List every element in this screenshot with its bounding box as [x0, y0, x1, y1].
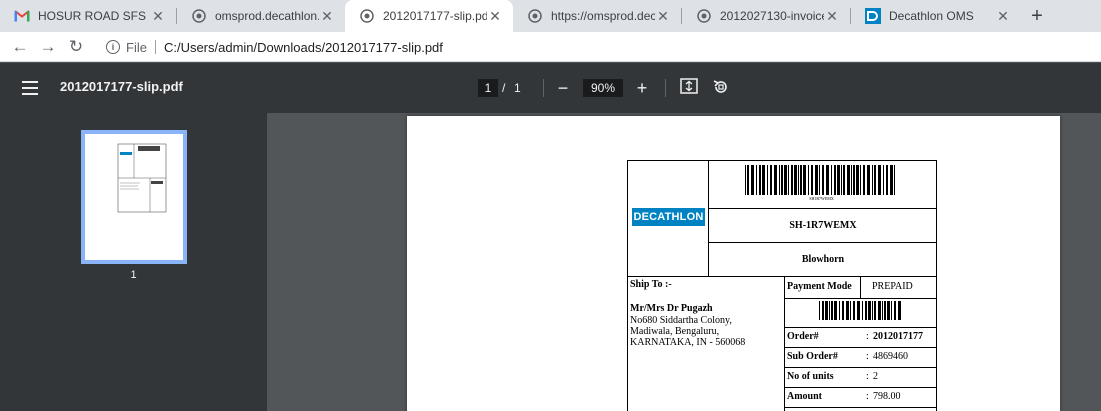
close-icon[interactable]: ✕	[655, 8, 671, 24]
page-thumbnail[interactable]	[81, 130, 187, 264]
close-icon[interactable]: ✕	[824, 8, 840, 24]
amount-label: Amount	[787, 391, 823, 402]
zoom-in-button[interactable]: +	[632, 78, 652, 98]
arrow-left-icon: ←	[11, 37, 29, 56]
divider	[784, 407, 936, 408]
menu-icon[interactable]	[22, 81, 38, 95]
new-tab-button[interactable]: +	[1026, 6, 1048, 26]
colon: :	[866, 391, 869, 402]
zoom-level-input[interactable]: 90%	[583, 79, 623, 97]
tracking-barcode	[745, 165, 898, 195]
reload-icon: ↻	[68, 37, 84, 56]
close-icon[interactable]: ✕	[487, 8, 503, 24]
units-label: No of units	[787, 371, 834, 382]
tracking-code: SH-1R7WEMX	[789, 220, 857, 231]
divider	[665, 79, 666, 97]
thumbnail-page-number: 1	[130, 269, 137, 281]
back-button[interactable]: ←	[10, 37, 30, 57]
tab-invoice[interactable]: 2012027130-invoice ✕	[682, 0, 850, 32]
page-separator: /	[502, 81, 506, 95]
pdf-title: 2012017177-slip.pdf	[60, 79, 183, 94]
order-label: Order#	[787, 331, 819, 342]
tab-title: Decathlon OMS	[889, 9, 974, 23]
colon: :	[866, 351, 869, 362]
globe-icon	[527, 8, 543, 24]
close-icon[interactable]: ✕	[319, 8, 335, 24]
divider	[708, 208, 937, 209]
divider	[154, 40, 156, 54]
payment-mode-value: PREPAID	[872, 281, 913, 292]
divider	[784, 367, 936, 368]
tab-title: 2012017177-slip.pdf	[383, 9, 487, 23]
fit-to-page-button[interactable]	[679, 78, 699, 98]
tab-strip: HOSUR ROAD SFS DISP ✕ omsprod.decathlon.…	[0, 0, 1101, 32]
thumbnail-preview	[117, 143, 167, 213]
divider	[708, 242, 937, 243]
divider	[860, 276, 861, 298]
reload-button[interactable]: ↻	[66, 37, 86, 57]
order-value: 2012017177	[873, 331, 923, 342]
tab-title: 2012027130-invoice	[720, 9, 824, 23]
address-line-1: No680 Siddartha Colony,	[630, 315, 732, 326]
url-scheme: File	[126, 39, 147, 55]
tab-gmail[interactable]: HOSUR ROAD SFS DISP ✕	[0, 0, 176, 32]
globe-icon	[696, 8, 712, 24]
page-count: 1	[514, 81, 521, 95]
units-value: 2	[873, 371, 878, 382]
zoom-out-button[interactable]: −	[553, 78, 573, 98]
decathlon-logo: DECATHLON	[632, 208, 705, 226]
colon: :	[866, 331, 869, 342]
tab-decathlon-oms[interactable]: Decathlon OMS ✕	[851, 0, 1021, 32]
divider	[784, 298, 936, 299]
arrow-right-icon: →	[39, 37, 57, 56]
globe-icon	[191, 8, 207, 24]
gmail-icon	[14, 8, 30, 24]
ship-to-label: Ship To :-	[630, 279, 672, 290]
pdf-page: DECATHLON SH1R7WEMX SH-1R7WEMX Blowhorn …	[407, 116, 1060, 411]
divider	[784, 327, 936, 328]
colon: :	[866, 371, 869, 382]
customer-name: Mr/Mrs Dr Pugazh	[630, 303, 713, 314]
divider	[784, 347, 936, 348]
address-line-3: KARNATAKA, IN - 560068	[630, 337, 746, 348]
sub-order-label: Sub Order#	[787, 351, 838, 362]
rotate-button[interactable]	[711, 78, 731, 98]
page-number-input[interactable]: 1	[478, 79, 498, 97]
url-text: C:/Users/admin/Downloads/2012017177-slip…	[163, 39, 443, 55]
courier-name: Blowhorn	[801, 254, 845, 265]
divider	[784, 387, 936, 388]
amount-value: 798.00	[873, 391, 901, 402]
browser-toolbar: ← → ↻ i File C:/Users/admin/Downloads/20…	[0, 32, 1101, 62]
divider	[543, 79, 544, 97]
close-icon[interactable]: ✕	[995, 8, 1011, 24]
fit-page-icon	[680, 78, 698, 94]
address-bar[interactable]: i File C:/Users/admin/Downloads/20120171…	[96, 34, 1096, 60]
tab-title: omsprod.decathlon.in	[215, 9, 319, 23]
divider	[784, 276, 785, 411]
info-icon[interactable]: i	[106, 40, 120, 54]
tab-title: https://omsprod.decath	[551, 9, 655, 23]
tab-title: HOSUR ROAD SFS DISP	[38, 9, 150, 23]
sub-order-value: 4869460	[873, 351, 908, 362]
pdf-viewport: DECATHLON SH1R7WEMX SH-1R7WEMX Blowhorn …	[267, 113, 1101, 411]
forward-button[interactable]: →	[38, 37, 58, 57]
shipping-slip: DECATHLON SH1R7WEMX SH-1R7WEMX Blowhorn …	[627, 160, 937, 411]
decathlon-icon	[865, 8, 881, 24]
payment-mode-label: Payment Mode	[787, 281, 852, 292]
rotate-icon	[713, 80, 727, 93]
divider	[627, 276, 937, 277]
plus-icon: +	[636, 78, 648, 98]
minus-icon: −	[557, 78, 569, 98]
tab-omsprod-https[interactable]: https://omsprod.decath ✕	[513, 0, 681, 32]
tab-omsprod[interactable]: omsprod.decathlon.in ✕	[177, 0, 345, 32]
address-line-2: Madiwala, Bengaluru,	[630, 326, 720, 337]
close-icon[interactable]: ✕	[150, 8, 166, 24]
order-barcode	[819, 301, 905, 320]
tab-slip-pdf[interactable]: 2012017177-slip.pdf ✕	[345, 0, 513, 32]
pdf-sidebar: 1	[0, 113, 267, 411]
globe-icon	[359, 8, 375, 24]
barcode-caption: SH1R7WEMX	[809, 196, 834, 201]
pdf-toolbar: 2012017177-slip.pdf 1 / 1 − 90% +	[0, 63, 1101, 113]
